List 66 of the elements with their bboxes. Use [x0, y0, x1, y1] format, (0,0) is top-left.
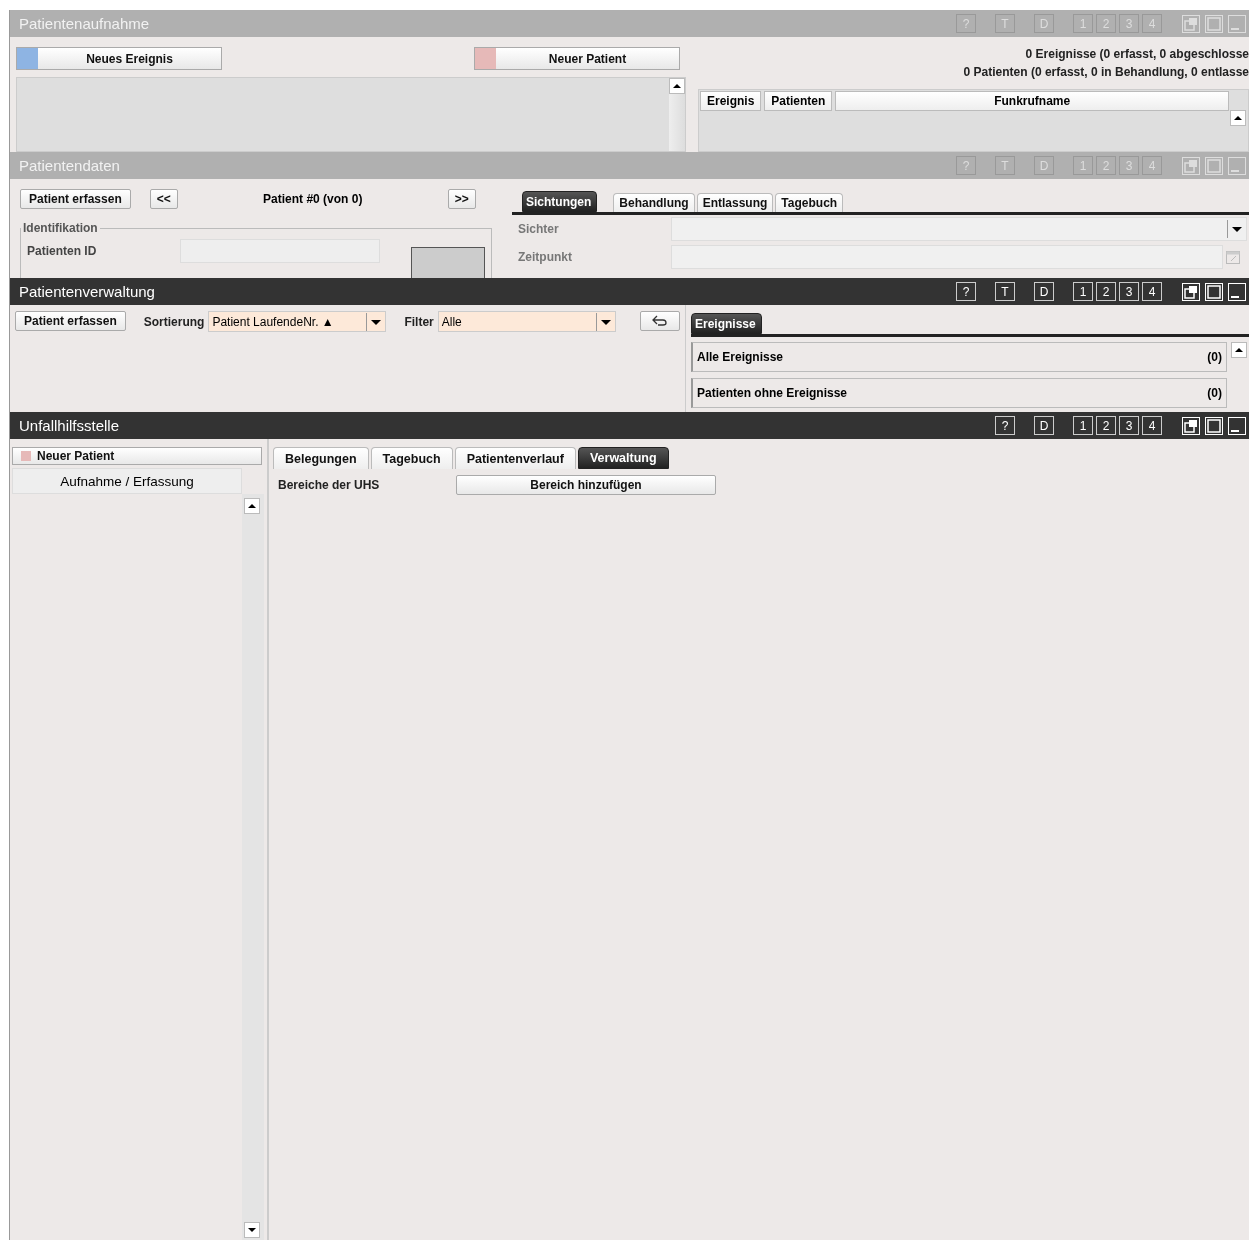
group-legend: Identifikation	[21, 221, 100, 235]
list-item[interactable]: Patienten ohne Ereignisse (0)	[691, 378, 1227, 408]
filter-label: Filter	[404, 314, 434, 329]
field-label: Patienten ID	[27, 244, 98, 258]
add-area-button[interactable]: Bereich hinzufügen	[456, 475, 716, 495]
list-item[interactable]: Alle Ereignisse (0)	[691, 342, 1227, 372]
item-count: (0)	[1207, 386, 1222, 400]
tab[interactable]: Tagebuch	[775, 193, 844, 212]
tab[interactable]: Patientenverlauf	[454, 447, 576, 469]
tab[interactable]: Belegungen	[273, 447, 369, 469]
column-header[interactable]: Patienten	[764, 91, 833, 111]
tab[interactable]: Ereignisse	[691, 313, 762, 334]
window-title: Unfallhilfsstelle	[19, 417, 120, 434]
item-count: (0)	[1207, 350, 1222, 364]
window-control-button[interactable]: 1	[1073, 416, 1093, 435]
window-control-button[interactable]: T	[995, 282, 1015, 301]
section-label: Bereiche der UHS	[278, 478, 381, 492]
window-control-button[interactable]: 2	[1096, 282, 1116, 301]
summary-text: 0 Patienten (0 erfasst, 0 in Behandlung, 0 entlasse	[962, 64, 1249, 81]
scroll-up-icon[interactable]	[1231, 342, 1247, 358]
new-item-button[interactable]: Neues Ereignis	[16, 47, 222, 70]
window-control-button[interactable]: 1	[1073, 282, 1093, 301]
window-control-button[interactable]: 2	[1096, 416, 1116, 435]
field-label: Sichter	[518, 222, 560, 236]
window-title: Patientenaufnahme	[19, 15, 150, 32]
tab[interactable]: Entlassung	[696, 193, 774, 212]
sort-dropdown[interactable]: Patient LaufendeNr. ▲	[208, 311, 387, 332]
window-control-button[interactable]: ?	[995, 416, 1015, 435]
window-control-button[interactable]: ?	[956, 282, 976, 301]
summary-text: 0 Ereignisse (0 erfasst, 0 abgeschlosse	[1024, 46, 1249, 63]
new-patient-button[interactable]: Neuer Patient	[12, 447, 262, 465]
window-title: Patientendaten	[19, 157, 120, 174]
window-control-button[interactable]: D	[1034, 416, 1054, 435]
new-item-button[interactable]: Neuer Patient	[474, 47, 680, 70]
window-control-button[interactable]: D	[1034, 282, 1054, 301]
tab[interactable]: Sichtungen	[522, 191, 598, 212]
scrollbar[interactable]	[242, 494, 264, 1240]
window-control-button[interactable]: 3	[1119, 282, 1139, 301]
next-button[interactable]: >>	[447, 189, 476, 209]
scroll-up-icon[interactable]	[1230, 110, 1246, 126]
capture-patient-button[interactable]: Patient erfassen	[20, 189, 131, 209]
sort-label: Sortierung	[143, 314, 205, 329]
undo-icon	[651, 315, 668, 327]
dropdown-field[interactable]	[671, 217, 1247, 241]
item-label: Patienten ohne Ereignisse	[697, 386, 848, 400]
column-header[interactable]: Ereignis	[700, 91, 762, 111]
tab[interactable]: Tagebuch	[370, 447, 453, 469]
scrollbar[interactable]	[669, 78, 685, 151]
scroll-up-icon[interactable]	[244, 498, 260, 514]
item-label: Alle Ereignisse	[697, 350, 784, 364]
window-control-button[interactable]: 4	[1142, 282, 1162, 301]
window-control-button[interactable]: 4	[1142, 416, 1162, 435]
field-label: Zeitpunkt	[518, 250, 573, 264]
tab[interactable]: Behandlung	[613, 193, 695, 212]
scroll-down-icon[interactable]	[244, 1222, 260, 1238]
capture-patient-button[interactable]: Patient erfassen	[15, 311, 126, 331]
previous-button[interactable]: <<	[149, 189, 178, 209]
list-header: Aufnahme / Erfassung	[12, 468, 242, 494]
patient-position: Patient #0 (von 0)	[262, 192, 364, 206]
tab[interactable]: Verwaltung	[577, 447, 669, 469]
column-header[interactable]: Funkrufname	[835, 91, 1229, 111]
window-control-button[interactable]: 3	[1119, 416, 1139, 435]
undo-button[interactable]	[639, 311, 680, 331]
window-title: Patientenverwaltung	[19, 283, 155, 300]
filter-dropdown[interactable]: Alle	[437, 311, 616, 332]
scroll-up-icon[interactable]	[669, 78, 685, 94]
